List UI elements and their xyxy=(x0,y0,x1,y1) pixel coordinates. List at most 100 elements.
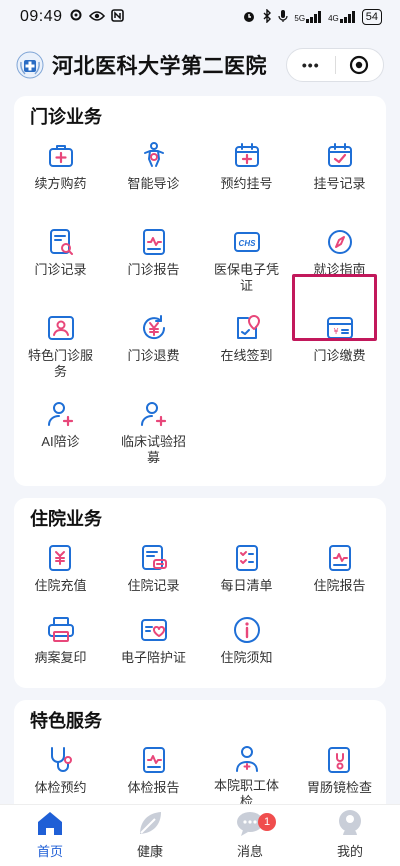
section-card: 住院业务 住院充值 住院记录 每日清单 住院报告 病案复印 电子陪护证 住院须知 xyxy=(14,498,386,688)
profile-icon xyxy=(335,808,365,838)
service-item[interactable]: 临床试验招募 xyxy=(107,390,200,476)
doctor-frame-icon xyxy=(45,312,77,344)
close-miniprogram-button[interactable] xyxy=(336,49,384,81)
app-header: 河北医科大学第二医院 ••• xyxy=(0,34,400,96)
calendar-plus-icon xyxy=(231,140,263,172)
nav-item[interactable]: 健康 xyxy=(100,805,200,866)
service-item[interactable]: 病案复印 xyxy=(14,606,107,678)
net-label-1: 5G xyxy=(294,14,306,23)
service-item-label: AI陪诊 xyxy=(41,434,80,449)
svg-text:¥: ¥ xyxy=(333,327,338,336)
target-close-icon xyxy=(350,55,369,75)
service-item-label: 住院须知 xyxy=(220,650,273,665)
gear-icon xyxy=(69,8,83,26)
service-item[interactable]: 电子陪护证 xyxy=(107,606,200,678)
service-item[interactable]: 预约挂号 xyxy=(200,132,293,218)
chs-card-icon: CHS xyxy=(231,226,263,258)
report-pulse-icon xyxy=(138,226,170,258)
service-item[interactable]: 本院职工体检 xyxy=(200,736,293,804)
service-item[interactable]: 在线签到 xyxy=(200,304,293,390)
service-item[interactable]: 每日清单 xyxy=(200,534,293,606)
service-item-label: 续方购药 xyxy=(34,176,87,191)
nav-label: 消息 xyxy=(236,844,263,859)
report-pulse-icon xyxy=(138,744,170,776)
person-guide-icon xyxy=(138,140,170,172)
service-item-label: 胃肠镜检查 xyxy=(306,780,372,795)
more-button[interactable]: ••• xyxy=(287,49,335,81)
service-item-label: 特色门诊服务 xyxy=(27,348,93,379)
nav-item[interactable]: 首页 xyxy=(0,805,100,866)
nav-label: 我的 xyxy=(336,844,363,859)
service-item-label: 门诊记录 xyxy=(34,262,87,277)
service-item[interactable]: 住院充值 xyxy=(14,534,107,606)
nfc-icon xyxy=(110,8,124,26)
service-item[interactable]: 就诊指南 xyxy=(293,218,386,304)
endoscope-icon xyxy=(324,744,356,776)
service-item[interactable]: 智能导诊 xyxy=(107,132,200,218)
service-item[interactable]: 体检预约 xyxy=(14,736,107,804)
service-item-label: 电子陪护证 xyxy=(120,650,186,665)
service-grid: 续方购药 智能导诊 预约挂号 挂号记录门诊记录 门诊报告 CHS 医保电子凭证 就诊指南特色门… xyxy=(14,132,386,476)
service-item[interactable]: 特色门诊服务 xyxy=(14,304,107,390)
signal-5g-icon: 5G xyxy=(294,11,322,23)
service-item-label: 住院记录 xyxy=(127,578,180,593)
nav-item[interactable]: 消息 1 xyxy=(200,805,300,866)
service-item[interactable]: 住院须知 xyxy=(200,606,293,678)
info-icon xyxy=(231,614,263,646)
service-item[interactable]: 续方购药 xyxy=(14,132,107,218)
service-item[interactable]: 住院报告 xyxy=(293,534,386,606)
service-item-label: 体检报告 xyxy=(127,780,180,795)
mic-icon xyxy=(278,9,289,26)
status-bar: 09:49 5G 4G 54 xyxy=(0,0,400,34)
signal-4g-icon: 4G xyxy=(328,11,356,23)
service-item[interactable]: 门诊记录 xyxy=(14,218,107,304)
net-label-2: 4G xyxy=(328,14,339,23)
staff-icon xyxy=(231,744,263,774)
service-item-label: 病案复印 xyxy=(34,650,87,665)
report-pulse-icon xyxy=(324,542,356,574)
stethoscope-icon xyxy=(45,744,77,776)
service-item-label: 预约挂号 xyxy=(220,176,273,191)
section-card: 门诊业务续方购药 智能导诊 预约挂号 挂号记录门诊记录 门诊报告 CHS 医保电子凭证 就诊指… xyxy=(14,96,386,486)
service-item[interactable]: 门诊退费 xyxy=(107,304,200,390)
alarm-icon xyxy=(242,9,256,26)
service-item[interactable]: CHS 医保电子凭证 xyxy=(200,218,293,304)
service-item-label: 门诊报告 xyxy=(127,262,180,277)
heart-card-icon xyxy=(138,614,170,646)
service-item-label: 医保电子凭证 xyxy=(213,262,279,293)
nav-label: 首页 xyxy=(36,844,63,859)
home-icon xyxy=(35,808,65,838)
main-content[interactable]: 门诊业务续方购药 智能导诊 预约挂号 挂号记录门诊记录 门诊报告 CHS 医保电子凭证 就诊指… xyxy=(0,96,400,804)
section-card: 特色服务体检预约体检报告本院职工体检胃肠镜检查电子发票健康科普冷冻胚胎续费冷冻胚… xyxy=(14,700,386,804)
unread-badge: 1 xyxy=(258,813,276,831)
calendar-check-icon xyxy=(324,140,356,172)
yen-card-icon xyxy=(45,542,77,574)
location-check-icon xyxy=(231,312,263,344)
payment-card-icon: ¥ xyxy=(324,312,356,344)
more-dots-icon: ••• xyxy=(301,57,320,73)
service-item[interactable]: 住院记录 xyxy=(107,534,200,606)
refund-yen-icon xyxy=(138,312,170,344)
bluetooth-icon xyxy=(262,7,272,26)
svg-text:CHS: CHS xyxy=(238,239,256,248)
service-item-label: 临床试验招募 xyxy=(120,434,186,465)
nav-label: 健康 xyxy=(136,844,163,859)
printer-icon xyxy=(45,614,77,646)
user-plus-icon xyxy=(138,398,170,430)
service-item[interactable]: 门诊报告 xyxy=(107,218,200,304)
section-title: 门诊业务 xyxy=(30,107,102,127)
service-item-label: 挂号记录 xyxy=(313,176,366,191)
service-item[interactable]: 体检报告 xyxy=(107,736,200,804)
service-item-label: 门诊退费 xyxy=(127,348,180,363)
service-item[interactable]: 挂号记录 xyxy=(293,132,386,218)
nav-item[interactable]: 我的 xyxy=(300,805,400,866)
service-item-label: 智能导诊 xyxy=(127,176,180,191)
battery-icon: 54 xyxy=(361,9,382,25)
service-item[interactable]: AI陪诊 xyxy=(14,390,107,476)
status-time: 09:49 xyxy=(20,8,63,25)
compass-icon xyxy=(324,226,356,258)
service-item[interactable]: ¥ 门诊缴费 xyxy=(293,304,386,390)
service-item[interactable]: 胃肠镜检查 xyxy=(293,736,386,804)
service-item-label: 住院报告 xyxy=(313,578,366,593)
battery-level: 54 xyxy=(365,11,378,23)
